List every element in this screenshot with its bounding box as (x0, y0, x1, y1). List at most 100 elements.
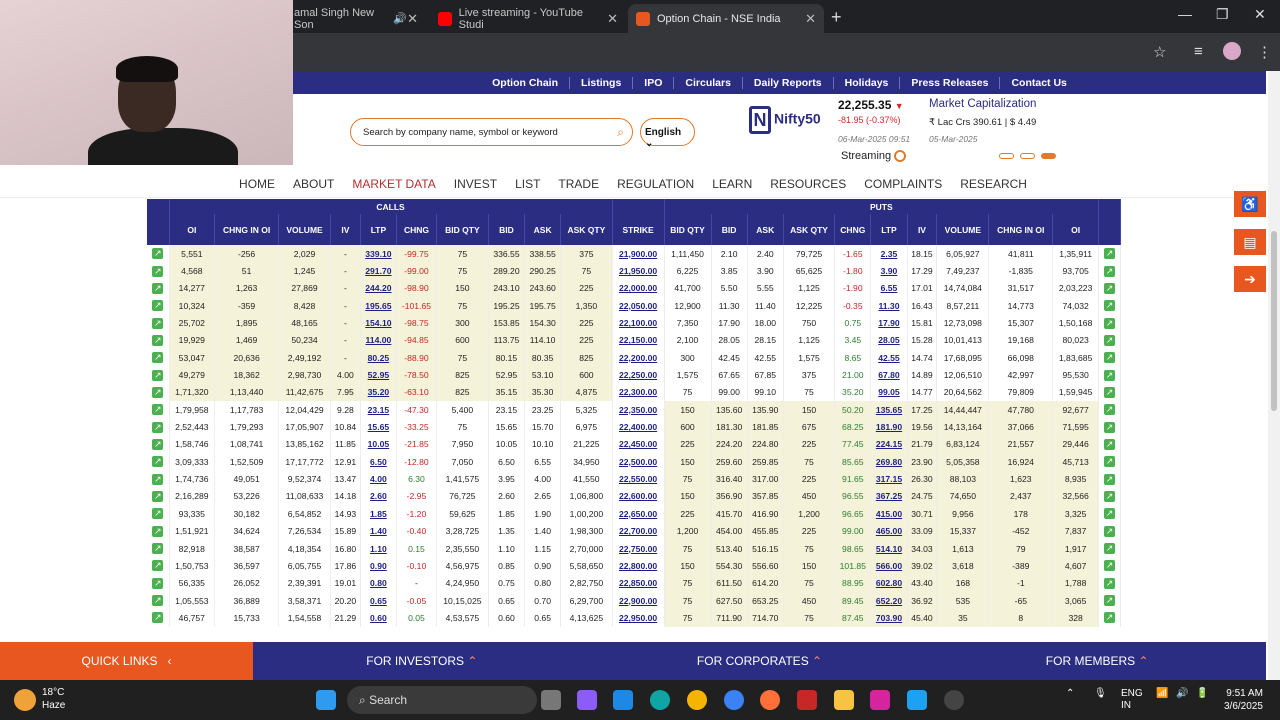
chart-icon[interactable]: ↗ (1104, 543, 1115, 555)
topnav-option-chain[interactable]: Option Chain (481, 76, 571, 89)
row-chart-button[interactable]: ↗ (1098, 470, 1121, 488)
row-chart-button[interactable]: ↗ (147, 262, 170, 280)
call-ltp-link[interactable]: 52.95 (360, 366, 397, 384)
topnav-daily-reports[interactable]: Daily Reports (743, 76, 834, 89)
chart-icon[interactable]: ↗ (1104, 560, 1115, 572)
strike-price[interactable]: 22,500.00 (612, 453, 665, 471)
chart-icon[interactable]: ↗ (152, 265, 164, 277)
weather-widget[interactable]: 18°C Haze (14, 686, 65, 712)
chart-icon[interactable]: ↗ (1104, 456, 1115, 468)
row-chart-button[interactable]: ↗ (1098, 314, 1121, 332)
call-ltp-link[interactable]: 154.10 (360, 314, 397, 332)
call-ltp-link[interactable]: 6.50 (360, 453, 397, 471)
put-ltp-link[interactable]: 99.05 (870, 383, 908, 402)
strike-price[interactable]: 22,900.00 (612, 591, 665, 610)
call-ltp-link[interactable]: 10.05 (360, 435, 397, 454)
row-chart-button[interactable]: ↗ (1098, 349, 1121, 367)
chart-icon[interactable]: ↗ (1104, 248, 1115, 260)
chart-icon[interactable]: ↗ (1104, 508, 1115, 520)
chart-icon[interactable]: ↗ (1104, 473, 1115, 485)
put-ltp-link[interactable]: 602.80 (870, 574, 908, 592)
row-chart-button[interactable]: ↗ (147, 297, 170, 315)
close-tab-icon[interactable]: ✕ (805, 11, 816, 27)
chart-icon[interactable]: ↗ (152, 352, 164, 364)
profile-avatar-icon[interactable] (1223, 42, 1241, 60)
chart-icon[interactable]: ↗ (152, 508, 164, 520)
chart-icon[interactable]: ↗ (1104, 386, 1115, 398)
chart-icon[interactable]: ↗ (152, 300, 164, 312)
put-ltp-link[interactable]: 367.25 (870, 487, 908, 506)
row-chart-button[interactable]: ↗ (1098, 522, 1121, 540)
row-chart-button[interactable]: ↗ (1098, 609, 1121, 627)
firefox-icon[interactable] (760, 690, 780, 710)
chart-icon[interactable]: ↗ (152, 334, 164, 346)
topnav-contact-us[interactable]: Contact Us (1000, 77, 1077, 89)
close-tab-icon[interactable]: ✕ (607, 11, 618, 27)
chart-icon[interactable]: ↗ (1104, 577, 1115, 589)
nav-learn[interactable]: LEARN (703, 177, 761, 191)
language-select[interactable]: English ⌄ (640, 118, 695, 149)
strike-price[interactable]: 22,600.00 (612, 487, 665, 506)
put-ltp-link[interactable]: 465.00 (870, 522, 908, 540)
put-ltp-link[interactable]: 42.55 (870, 349, 908, 367)
tab-option-chain[interactable]: Option Chain - NSE India ✕ (628, 4, 824, 33)
row-chart-button[interactable]: ↗ (147, 505, 170, 523)
call-ltp-link[interactable]: 0.60 (360, 609, 397, 627)
call-ltp-link[interactable]: 1.85 (360, 505, 397, 523)
bookmark-star-icon[interactable]: ☆ (1153, 43, 1166, 61)
put-ltp-link[interactable]: 652.20 (870, 591, 908, 610)
topnav-listings[interactable]: Listings (570, 76, 634, 89)
row-chart-button[interactable]: ↗ (1098, 574, 1121, 592)
close-tab-icon[interactable]: ✕ (407, 11, 418, 27)
row-chart-button[interactable]: ↗ (147, 331, 170, 350)
strike-price[interactable]: 22,950.00 (612, 609, 665, 627)
call-ltp-link[interactable]: 35.20 (360, 383, 397, 402)
strike-price[interactable]: 22,750.00 (612, 539, 665, 558)
microphone-icon[interactable]: 🎙 (1094, 688, 1107, 699)
row-chart-button[interactable]: ↗ (147, 470, 170, 488)
store-icon[interactable] (613, 690, 633, 710)
row-chart-button[interactable]: ↗ (147, 487, 170, 506)
chart-icon[interactable]: ↗ (1104, 525, 1115, 537)
edge-icon[interactable] (650, 690, 670, 710)
instagram-icon[interactable] (870, 690, 890, 710)
strike-price[interactable]: 22,400.00 (612, 418, 665, 436)
accessibility-icon[interactable]: ♿ (1234, 191, 1266, 217)
footer-link-investors[interactable]: FOR INVESTORS ⌃ (253, 654, 591, 668)
row-chart-button[interactable]: ↗ (147, 366, 170, 384)
chart-icon[interactable]: ↗ (152, 421, 164, 433)
carousel-dot[interactable] (1020, 153, 1035, 159)
call-ltp-link[interactable]: 0.80 (360, 574, 397, 592)
strike-price[interactable]: 22,000.00 (612, 279, 665, 298)
clipboard-icon[interactable]: ▤ (1234, 229, 1266, 255)
nav-market-data[interactable]: MARKET DATA (343, 177, 444, 191)
footer-link-members[interactable]: FOR MEMBERS ⌃ (928, 654, 1266, 668)
new-tab-icon[interactable]: + (831, 7, 842, 28)
row-chart-button[interactable]: ↗ (1098, 557, 1121, 575)
strike-price[interactable]: 22,850.00 (612, 574, 665, 592)
row-chart-button[interactable]: ↗ (1098, 453, 1121, 471)
row-chart-button[interactable]: ↗ (147, 453, 170, 471)
put-ltp-link[interactable]: 3.90 (870, 262, 908, 280)
nav-regulation[interactable]: REGULATION (608, 177, 703, 191)
row-chart-button[interactable]: ↗ (1098, 245, 1121, 263)
row-chart-button[interactable]: ↗ (147, 609, 170, 627)
call-ltp-link[interactable]: 23.15 (360, 401, 397, 419)
row-chart-button[interactable]: ↗ (147, 557, 170, 575)
chart-icon[interactable]: ↗ (1104, 317, 1115, 329)
chart-icon[interactable]: ↗ (152, 490, 164, 502)
clock[interactable]: 9:51 AM 3/6/2025 (1224, 687, 1263, 713)
row-chart-button[interactable]: ↗ (1098, 539, 1121, 558)
chart-icon[interactable]: ↗ (152, 369, 164, 381)
strike-price[interactable]: 22,150.00 (612, 331, 665, 350)
wifi-icon[interactable]: 📶 (1156, 688, 1168, 699)
strike-price[interactable]: 22,300.00 (612, 383, 665, 402)
page-scrollbar[interactable] (1268, 71, 1280, 680)
row-chart-button[interactable]: ↗ (1098, 383, 1121, 402)
call-ltp-link[interactable]: 80.25 (360, 349, 397, 367)
chart-icon[interactable]: ↗ (1104, 265, 1115, 277)
nav-complaints[interactable]: COMPLAINTS (855, 177, 951, 191)
call-ltp-link[interactable]: 2.60 (360, 487, 397, 506)
row-chart-button[interactable]: ↗ (147, 591, 170, 610)
chart-icon[interactable]: ↗ (152, 282, 164, 294)
